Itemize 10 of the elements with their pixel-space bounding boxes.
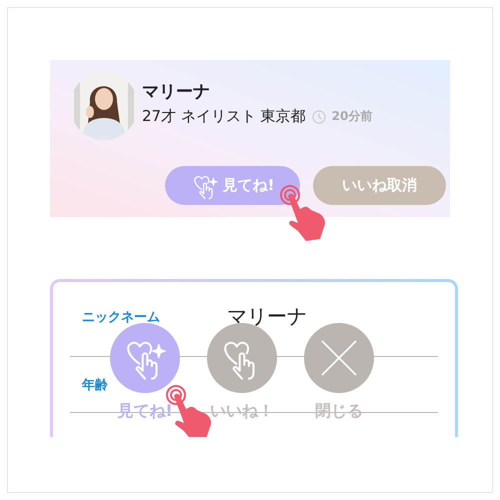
field-label: ニックネーム [81, 308, 161, 326]
field-label: 年齢 [80, 376, 109, 394]
cancel-like-button[interactable]: いいね取消 [313, 166, 446, 205]
user-name: マリーナ [142, 81, 211, 103]
clock-icon [312, 110, 326, 124]
look-button[interactable]: 見てね! [165, 166, 300, 205]
user-details: 27才 ネイリスト 東京都 [142, 107, 306, 126]
field-value: マリーナ [227, 303, 307, 330]
elapsed-time: 20分前 [332, 108, 372, 125]
close-icon [320, 339, 358, 377]
